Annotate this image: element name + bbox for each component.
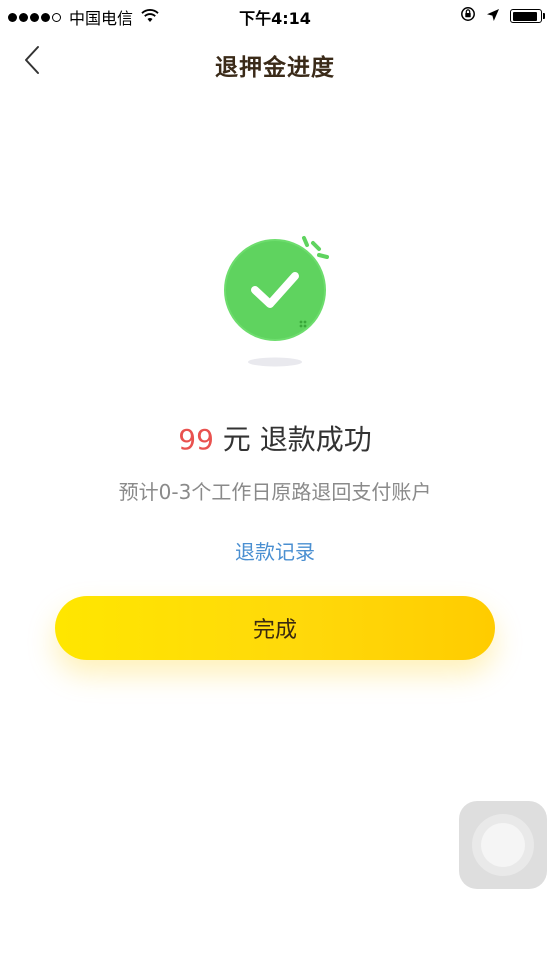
done-button-label: 完成 <box>252 618 297 643</box>
status-right <box>450 6 545 26</box>
check-circle-icon <box>224 236 329 367</box>
assistive-touch-ring <box>472 814 534 876</box>
battery-level <box>512 11 537 21</box>
refund-status: 退款成功 <box>259 423 372 456</box>
refund-record-link[interactable]: 退款记录 <box>0 536 550 565</box>
currency-label: 元 <box>222 423 251 456</box>
location-arrow-icon <box>486 7 500 26</box>
nav-bar: 退押金进度 <box>0 32 550 92</box>
success-illustration <box>215 228 340 373</box>
refund-result: 99 元 退款成功 <box>0 418 550 458</box>
page-title: 退押金进度 <box>215 55 335 81</box>
refund-amount: 99 <box>178 423 214 456</box>
refund-note: 预计0-3个工作日原路退回支付账户 <box>118 480 432 504</box>
orientation-lock-icon <box>460 6 476 26</box>
assistive-touch-core <box>481 823 525 867</box>
battery-icon <box>510 9 545 23</box>
done-button[interactable]: 完成 <box>55 596 495 660</box>
status-bar: 中国电信 下午4:14 <box>0 0 550 32</box>
assistive-touch-button[interactable] <box>459 801 547 889</box>
